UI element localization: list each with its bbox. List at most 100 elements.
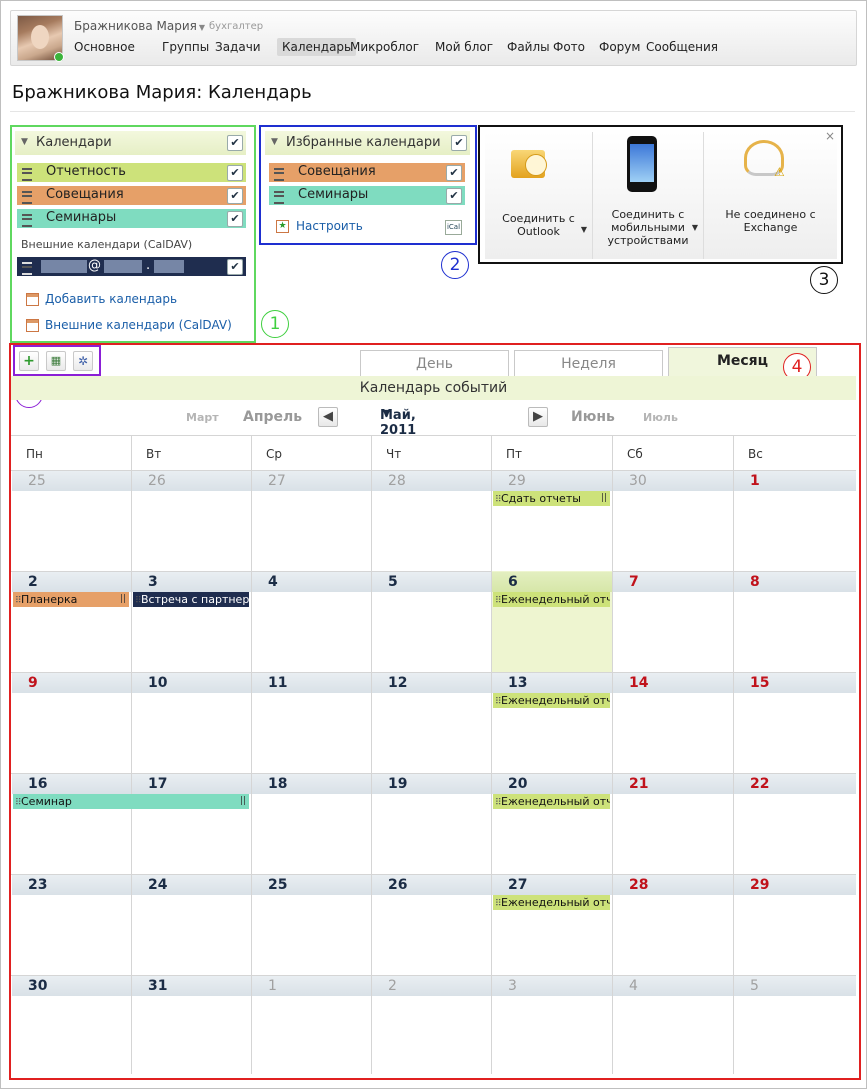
tab-day[interactable]: День: [360, 350, 509, 377]
day-number[interactable]: 2: [388, 978, 397, 994]
resize-handle-icon[interactable]: ||: [120, 592, 126, 607]
resize-handle-icon[interactable]: ||: [601, 491, 607, 506]
month-link-prev1[interactable]: Апрель: [243, 409, 302, 425]
exchange-status[interactable]: ⚠ Не соединено с Exchange: [704, 132, 837, 259]
day-number[interactable]: 5: [388, 574, 398, 590]
tab-week[interactable]: Неделя: [514, 350, 663, 377]
calendar-event[interactable]: ⠿Еженедельный отч: [493, 592, 610, 607]
calendar-item[interactable]: Семинары ✔: [269, 186, 465, 205]
month-link-next1[interactable]: Июнь: [571, 409, 615, 425]
day-number[interactable]: 17: [148, 776, 167, 792]
nav-item-7[interactable]: Фото: [548, 38, 590, 56]
day-number[interactable]: 26: [148, 473, 166, 489]
external-calendars-link[interactable]: Внешние календари (CalDAV): [45, 318, 232, 332]
calendar-event[interactable]: ⠿Семинар ||: [13, 794, 249, 809]
checkbox-icon[interactable]: ✔: [227, 211, 243, 227]
calendar-item[interactable]: Совещания ✔: [269, 163, 465, 182]
day-number[interactable]: 25: [28, 473, 46, 489]
day-number[interactable]: 28: [629, 877, 648, 893]
ical-icon[interactable]: iCal: [445, 220, 462, 235]
day-number[interactable]: 25: [268, 877, 287, 893]
day-number[interactable]: 26: [388, 877, 407, 893]
day-number[interactable]: 22: [750, 776, 769, 792]
chevron-down-icon[interactable]: ▼: [581, 225, 587, 234]
day-number[interactable]: 14: [629, 675, 648, 691]
day-number[interactable]: 15: [750, 675, 769, 691]
day-number[interactable]: 3: [508, 978, 517, 994]
day-number[interactable]: 31: [148, 978, 167, 994]
nav-item-9[interactable]: Сообщения: [641, 38, 723, 56]
day-number[interactable]: 20: [508, 776, 527, 792]
day-number[interactable]: 3: [148, 574, 158, 590]
day-number[interactable]: 18: [268, 776, 287, 792]
calendar-event[interactable]: ⠿Планерка ||: [13, 592, 129, 607]
day-number[interactable]: 4: [268, 574, 278, 590]
day-number[interactable]: 5: [750, 978, 759, 994]
avatar[interactable]: [17, 15, 64, 62]
day-number[interactable]: 11: [268, 675, 287, 691]
day-number[interactable]: 29: [508, 473, 526, 489]
calendar-event[interactable]: ⠿Еженедельный отч: [493, 693, 610, 708]
day-number[interactable]: 19: [388, 776, 407, 792]
day-number[interactable]: 28: [388, 473, 406, 489]
day-number[interactable]: 1: [268, 978, 277, 994]
chevron-down-icon[interactable]: ▼: [692, 223, 698, 232]
nav-item-5[interactable]: Мой блог: [430, 38, 498, 56]
calendar-event[interactable]: ⠿Встреча с партнер: [133, 592, 249, 607]
checkbox-icon[interactable]: ✔: [446, 188, 462, 204]
connect-mobile-button[interactable]: Соединить с мобильными устройствами ▼: [593, 132, 704, 259]
day-number[interactable]: 2: [28, 574, 38, 590]
favorites-panel-header[interactable]: ▼ Избранные календари ✔: [265, 131, 470, 155]
day-number[interactable]: 1: [750, 473, 760, 489]
day-number[interactable]: 8: [750, 574, 760, 590]
calendar-item[interactable]: Отчетность ✔: [17, 163, 246, 182]
checkbox-icon[interactable]: ✔: [227, 259, 243, 275]
month-link-next2[interactable]: Июль: [643, 411, 678, 424]
calendar-event[interactable]: ⠿Еженедельный отч: [493, 895, 610, 910]
day-number[interactable]: 16: [28, 776, 47, 792]
close-icon[interactable]: ×: [825, 129, 835, 143]
day-number[interactable]: 6: [508, 574, 518, 590]
user-menu[interactable]: Бражникова Мария ▼: [74, 19, 205, 33]
checkbox-icon[interactable]: ✔: [227, 188, 243, 204]
day-number[interactable]: 24: [148, 877, 167, 893]
add-calendar-icon[interactable]: ▦: [46, 351, 66, 371]
calendar-item[interactable]: Совещания ✔: [17, 186, 246, 205]
day-number[interactable]: 12: [388, 675, 407, 691]
connect-outlook-button[interactable]: Соединить с Outlook ▼: [485, 132, 593, 259]
next-month-button[interactable]: ▶: [528, 407, 548, 427]
checkbox-icon[interactable]: ✔: [227, 135, 243, 151]
nav-item-0[interactable]: Основное: [69, 38, 140, 56]
nav-item-4[interactable]: Микроблог: [345, 38, 424, 56]
gear-icon[interactable]: ✲: [73, 351, 93, 371]
calendar-event[interactable]: ⠿Сдать отчеты ||: [493, 491, 610, 506]
calendar-event[interactable]: ⠿Еженедельный отч: [493, 794, 610, 809]
day-number[interactable]: 30: [28, 978, 47, 994]
resize-handle-icon[interactable]: ||: [240, 794, 246, 809]
calendar-item[interactable]: Семинары ✔: [17, 209, 246, 228]
day-number[interactable]: 27: [508, 877, 527, 893]
nav-item-6[interactable]: Файлы: [502, 38, 555, 56]
external-calendar-item[interactable]: @ . ✔: [17, 257, 246, 276]
checkbox-icon[interactable]: ✔: [446, 165, 462, 181]
nav-item-8[interactable]: Форум: [594, 38, 645, 56]
day-number[interactable]: 4: [629, 978, 638, 994]
nav-item-1[interactable]: Группы: [157, 38, 214, 56]
day-number[interactable]: 7: [629, 574, 639, 590]
add-event-button[interactable]: +: [19, 351, 39, 371]
day-number[interactable]: 13: [508, 675, 527, 691]
calendars-panel-header[interactable]: ▼ Календари ✔: [15, 131, 246, 155]
day-number[interactable]: 21: [629, 776, 648, 792]
checkbox-icon[interactable]: ✔: [451, 135, 467, 151]
day-number[interactable]: 23: [28, 877, 47, 893]
nav-item-2[interactable]: Задачи: [210, 38, 266, 56]
day-number[interactable]: 29: [750, 877, 769, 893]
day-number[interactable]: 10: [148, 675, 167, 691]
add-calendar-link[interactable]: Добавить календарь: [45, 292, 177, 306]
day-number[interactable]: 30: [629, 473, 647, 489]
day-number[interactable]: 9: [28, 675, 38, 691]
favorites-settings-link[interactable]: Настроить: [296, 219, 363, 233]
month-link-prev2[interactable]: Март: [186, 411, 219, 424]
checkbox-icon[interactable]: ✔: [227, 165, 243, 181]
day-number[interactable]: 27: [268, 473, 286, 489]
